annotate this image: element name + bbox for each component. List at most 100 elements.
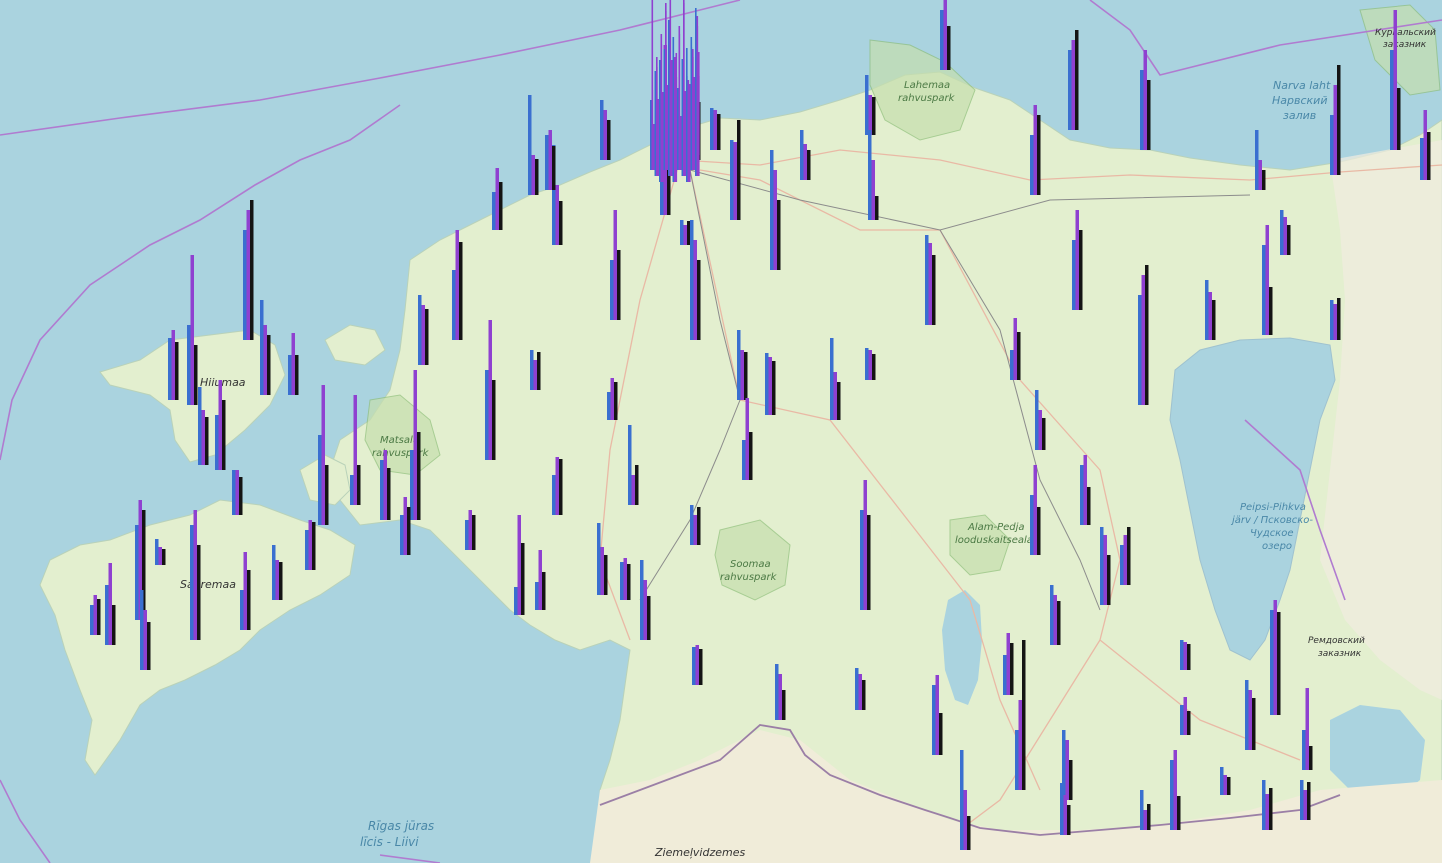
label-peipsi-3: Чудское [1250,528,1294,539]
bar [97,599,101,635]
bar [1068,50,1072,130]
bar [1141,275,1145,405]
bar [1270,610,1274,660]
bar [246,210,250,340]
bar [943,0,947,70]
bar [175,342,179,400]
bar [683,225,687,245]
bar-group[interactable] [1180,640,1191,670]
bar [765,353,769,415]
bar [871,160,875,220]
bar [93,595,97,635]
bar [1265,794,1269,830]
bar [243,552,247,630]
bar [627,564,631,600]
bar [868,130,872,220]
bar [1265,225,1269,335]
bar [465,520,469,550]
bar [413,370,417,520]
bar [1277,612,1281,660]
bar [425,309,429,365]
bar-group[interactable] [620,558,631,600]
bar [535,159,539,195]
bar [680,116,682,167]
bar [1337,298,1341,340]
bar [603,110,607,160]
bar [1393,10,1397,150]
bar [651,0,654,167]
bar [263,325,267,395]
bar-group[interactable] [692,645,703,685]
bar [1017,332,1021,380]
bar [768,357,772,415]
bar [1107,555,1111,605]
bar [807,150,811,180]
bar [1220,767,1224,795]
bar [1083,455,1087,525]
bar [631,475,635,505]
bar [935,675,939,755]
bar-group[interactable] [1330,298,1341,340]
bar [1053,595,1057,645]
bar [135,525,139,620]
bar [267,335,271,395]
bar [678,34,681,167]
bar [537,352,541,390]
bar [158,547,162,565]
label-remdovsky-2: заказник [1318,649,1362,659]
bar [1420,138,1424,180]
bar [668,20,670,155]
bar [403,497,407,555]
bar [1307,782,1311,820]
bar-group[interactable] [765,353,776,415]
bar [1245,680,1249,750]
bar [684,91,687,155]
bar [417,432,421,520]
bar [250,200,254,340]
bar [693,515,697,545]
bar [675,53,678,161]
bar [695,645,699,685]
bar [696,16,699,155]
bar [235,470,239,515]
bar [421,305,425,365]
bar [1302,730,1306,770]
bar [1069,760,1073,800]
bar [1013,318,1017,380]
label-riga-gulf-2: līcis - Liivi [360,835,419,849]
bar [1170,760,1174,830]
map-canvas[interactable]: Hiiumaa Saaremaa Matsalu rahvuspark Lahe… [0,0,1442,863]
bar [1037,507,1041,555]
bar [697,260,701,340]
bar [1183,697,1187,735]
bar [1042,418,1046,450]
bar [947,26,951,70]
bar [455,230,459,340]
bar-group[interactable] [710,108,721,150]
bar [677,88,679,167]
bar [1309,746,1313,770]
bar [1145,265,1149,405]
bar [689,84,691,161]
bar [620,562,624,600]
bar [295,355,299,395]
bar [552,475,556,515]
bar [687,221,691,245]
bar [1273,600,1277,660]
label-peipsi: Peipsi-Pihkva [1240,502,1306,513]
bar [1143,50,1147,150]
bar [215,415,219,470]
bar [669,0,672,155]
bar [1103,535,1107,605]
bar [247,570,251,630]
bar [737,330,741,400]
bar [613,210,617,320]
label-peipsi-2: järv / Псковско- [1230,515,1313,526]
bar [875,196,879,220]
bar [321,385,325,525]
bar [1010,350,1014,380]
bar [713,110,717,150]
bar [1100,527,1104,605]
bar [872,97,876,135]
bar [1050,585,1054,645]
